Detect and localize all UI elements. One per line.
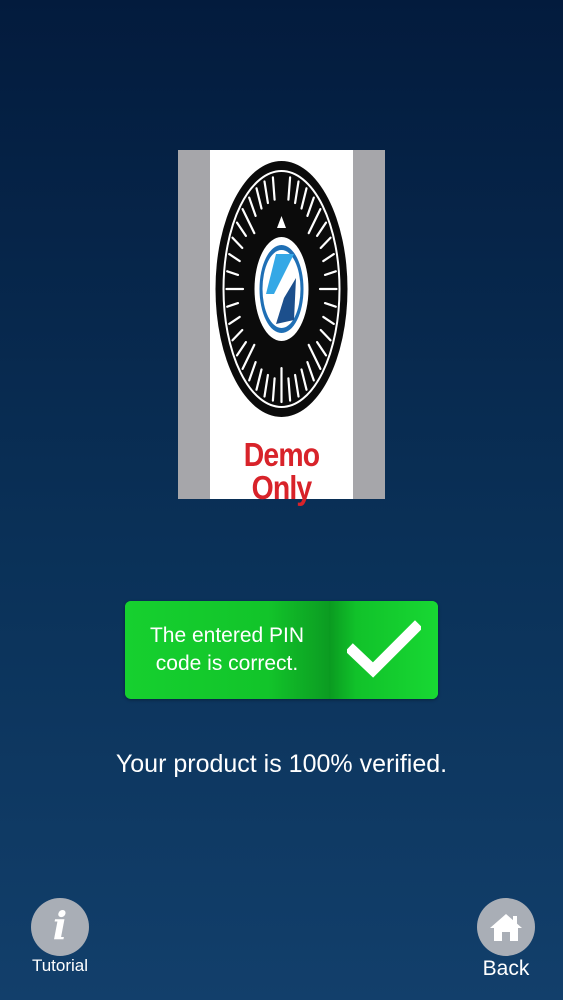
demo-only-label: Demo Only	[243, 436, 320, 506]
verification-message: Your product is 100% verified.	[115, 750, 448, 778]
pin-status-message: The entered PIN code is correct.	[125, 601, 329, 699]
tutorial-button[interactable]: i Tutorial	[20, 898, 100, 976]
pin-status-banner: The entered PIN code is correct.	[125, 601, 438, 699]
product-image: Demo Only	[178, 150, 385, 504]
tutorial-label: Tutorial	[31, 956, 89, 975]
product-card: Demo Only	[210, 150, 353, 504]
info-icon[interactable]: i	[31, 898, 89, 956]
checkmark-icon	[329, 601, 438, 699]
back-button[interactable]: Back	[466, 898, 546, 981]
security-seal-icon	[214, 158, 349, 420]
back-label: Back	[482, 957, 530, 980]
home-icon[interactable]	[477, 898, 535, 956]
